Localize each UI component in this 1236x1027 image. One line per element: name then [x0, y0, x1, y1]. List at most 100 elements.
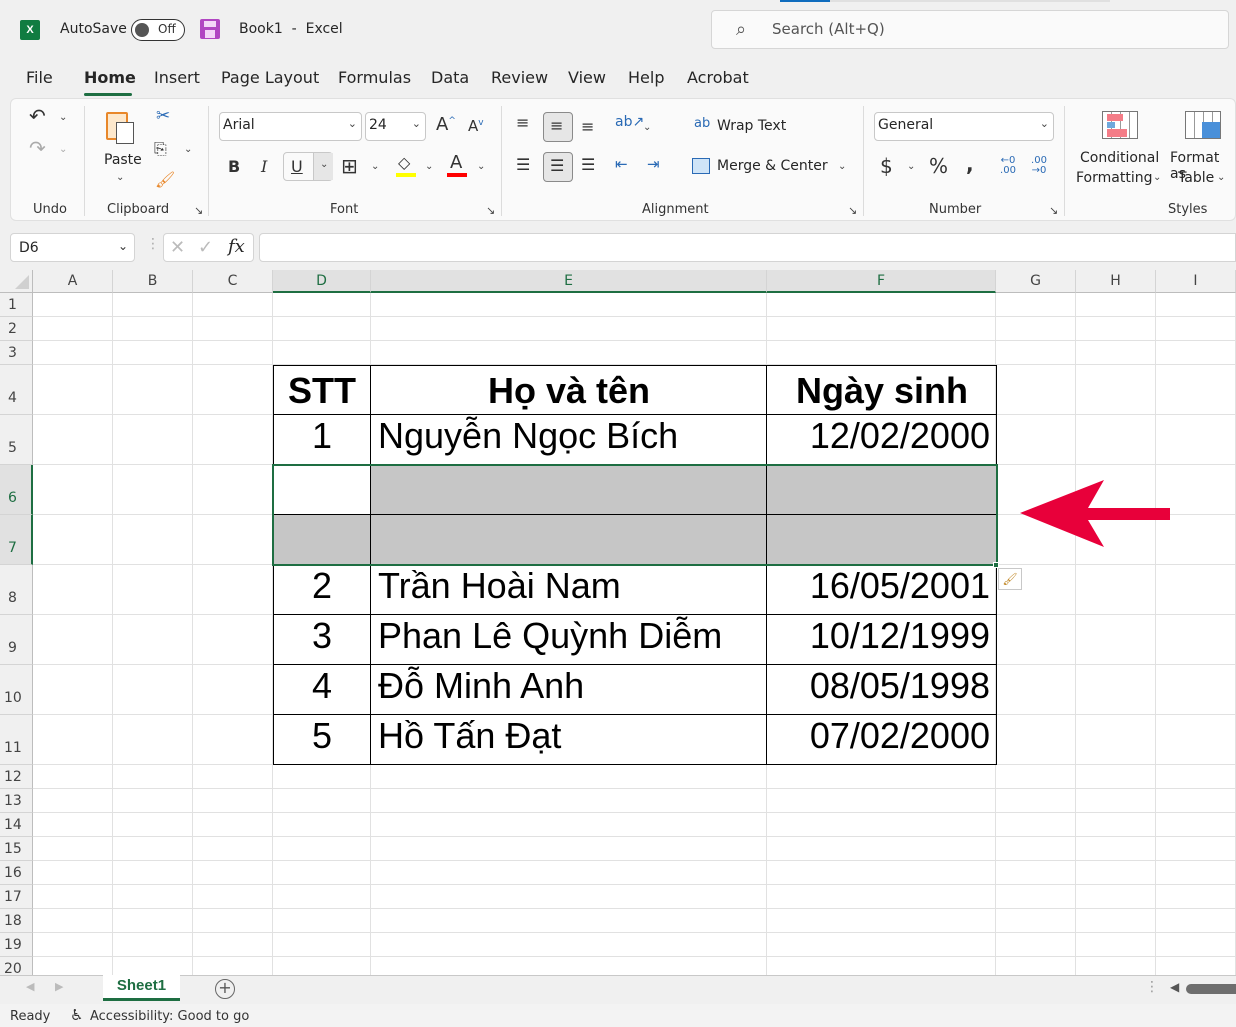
paste-dropdown-icon[interactable]: ⌄ — [116, 172, 124, 183]
copy-dropdown-icon[interactable]: ⌄ — [184, 144, 192, 155]
underline-dropdown-icon[interactable]: ⌄ — [320, 159, 328, 170]
row-header-14[interactable]: 14 — [0, 813, 33, 837]
row-header-16[interactable]: 16 — [0, 861, 33, 885]
cell-name[interactable]: Hồ Tấn Đạt — [371, 711, 767, 761]
tab-home[interactable]: Home — [84, 68, 136, 87]
increase-indent-icon[interactable]: ⇥ — [647, 155, 660, 173]
conditional-formatting-dropdown-icon[interactable]: ⌄ — [1153, 172, 1161, 183]
borders-dropdown-icon[interactable]: ⌄ — [371, 161, 379, 172]
align-left-icon[interactable]: ☰ — [516, 155, 530, 174]
bold-button[interactable]: B — [228, 157, 240, 176]
row-header-11[interactable]: 11 — [0, 715, 33, 765]
row-header-9[interactable]: 9 — [0, 615, 33, 665]
horizontal-scrollbar[interactable] — [1186, 984, 1236, 994]
row-header-6[interactable]: 6 — [0, 465, 33, 515]
row-header-17[interactable]: 17 — [0, 885, 33, 909]
accessibility-status[interactable]: Accessibility: Good to go — [90, 1009, 249, 1024]
paste-icon[interactable] — [106, 110, 136, 146]
cell-dob[interactable]: 12/02/2000 — [767, 411, 997, 461]
column-header-b[interactable]: B — [113, 270, 193, 293]
column-header-h[interactable]: H — [1076, 270, 1156, 293]
row-header-18[interactable]: 18 — [0, 909, 33, 933]
cell-stt[interactable]: 2 — [273, 561, 371, 611]
format-as-table-line2[interactable]: Table — [1178, 170, 1214, 186]
number-format-dropdown[interactable]: General ⌄ — [874, 112, 1054, 141]
merge-dropdown-icon[interactable]: ⌄ — [838, 161, 846, 172]
scroll-left-icon[interactable]: ◀ — [1170, 980, 1179, 994]
search-input[interactable]: ⌕ Search (Alt+Q) — [711, 10, 1229, 49]
sheet-tab-sheet1[interactable]: Sheet1 — [103, 975, 180, 1001]
comma-style-button[interactable]: , — [966, 152, 974, 176]
tab-acrobat[interactable]: Acrobat — [687, 68, 749, 87]
tab-splitter-grip-icon[interactable]: ⋮ — [1145, 979, 1159, 995]
cell-dob[interactable]: 07/02/2000 — [767, 711, 997, 761]
row-header-2[interactable]: 2 — [0, 317, 33, 341]
fill-color-icon[interactable]: ◇ — [398, 153, 410, 172]
decrease-font-size-icon[interactable]: Av — [468, 117, 484, 135]
tab-file[interactable]: File — [26, 68, 53, 87]
tab-data[interactable]: Data — [431, 68, 469, 87]
tab-review[interactable]: Review — [491, 68, 548, 87]
cancel-entry-icon[interactable]: ✕ — [170, 237, 185, 258]
underline-button-group[interactable]: U ⌄ — [283, 152, 333, 181]
column-header-f[interactable]: F — [767, 270, 996, 293]
cell-stt[interactable]: 4 — [273, 661, 371, 711]
decrease-decimal-button[interactable]: .00 →0 — [1028, 156, 1050, 176]
header-stt[interactable]: STT — [273, 366, 371, 416]
underline-button[interactable]: U — [291, 157, 303, 176]
row-header-3[interactable]: 3 — [0, 341, 33, 365]
cell-name[interactable]: Trần Hoài Nam — [371, 561, 767, 611]
align-top-icon[interactable]: ≡ — [516, 113, 529, 132]
spreadsheet-grid[interactable]: ABCDEFGHI 1 2 3 4 5 6 7 8 9 10 11 12 13 14 15 16 17 18 19 2… — [0, 270, 1236, 975]
align-right-icon[interactable]: ☰ — [581, 155, 595, 174]
insert-function-button[interactable]: fx — [228, 236, 245, 257]
row-header-5[interactable]: 5 — [0, 415, 33, 465]
autosave-toggle[interactable]: Off — [131, 19, 185, 41]
undo-dropdown-icon[interactable]: ⌄ — [59, 112, 67, 123]
save-icon[interactable] — [200, 19, 220, 39]
row-header-20[interactable]: 20 — [0, 957, 33, 975]
column-header-a[interactable]: A — [33, 270, 113, 293]
font-launcher-icon[interactable]: ↘ — [486, 204, 495, 217]
confirm-entry-icon[interactable]: ✓ — [198, 237, 213, 258]
accessibility-icon[interactable]: ♿ — [70, 1006, 83, 1024]
font-name-dropdown[interactable]: Arial ⌄ — [219, 112, 362, 141]
cell-stt[interactable]: 1 — [273, 411, 371, 461]
cell-stt[interactable]: 3 — [273, 611, 371, 661]
increase-decimal-button[interactable]: ←0.00 — [997, 156, 1019, 176]
orientation-icon[interactable]: ab↗ — [615, 114, 644, 130]
currency-button[interactable]: $ — [880, 154, 893, 178]
tab-formulas[interactable]: Formulas — [338, 68, 411, 87]
row-header-7[interactable]: 7 — [0, 515, 33, 565]
number-launcher-icon[interactable]: ↘ — [1049, 204, 1058, 217]
add-sheet-button[interactable]: + — [215, 979, 235, 999]
tab-insert[interactable]: Insert — [154, 68, 200, 87]
conditional-formatting-line2[interactable]: Formatting — [1076, 170, 1152, 186]
scroll-tabs-right-icon[interactable]: ▶ — [55, 980, 63, 993]
row-header-19[interactable]: 19 — [0, 933, 33, 957]
row-header-13[interactable]: 13 — [0, 789, 33, 813]
paste-button[interactable]: Paste — [104, 152, 142, 168]
cell-dob[interactable]: 10/12/1999 — [767, 611, 997, 661]
header-name[interactable]: Họ và tên — [371, 366, 767, 416]
header-dob[interactable]: Ngày sinh — [767, 366, 997, 416]
formula-bar-grip-icon[interactable]: ⋮ — [146, 236, 160, 252]
cut-icon[interactable]: ✂ — [156, 106, 170, 126]
orientation-dropdown-icon[interactable]: ⌄ — [643, 122, 651, 133]
redo-dropdown-icon[interactable]: ⌄ — [59, 144, 67, 155]
cell-name[interactable]: Phan Lê Quỳnh Diễm — [371, 611, 767, 661]
font-color-dropdown-icon[interactable]: ⌄ — [477, 161, 485, 172]
select-all-button[interactable] — [0, 270, 33, 293]
cell-name[interactable]: Nguyễn Ngọc Bích — [371, 411, 767, 461]
column-header-c[interactable]: C — [193, 270, 273, 293]
increase-font-size-icon[interactable]: A^ — [436, 114, 456, 135]
row-header-4[interactable]: 4 — [0, 365, 33, 415]
borders-icon[interactable]: ⊞ — [341, 154, 358, 178]
column-header-e[interactable]: E — [371, 270, 767, 293]
row-header-15[interactable]: 15 — [0, 837, 33, 861]
copy-icon[interactable]: ⎘ — [154, 139, 167, 159]
column-header-i[interactable]: I — [1156, 270, 1236, 293]
alignment-launcher-icon[interactable]: ↘ — [848, 204, 857, 217]
scroll-tabs-left-icon[interactable]: ◀ — [26, 980, 34, 993]
decrease-indent-icon[interactable]: ⇤ — [615, 155, 628, 173]
